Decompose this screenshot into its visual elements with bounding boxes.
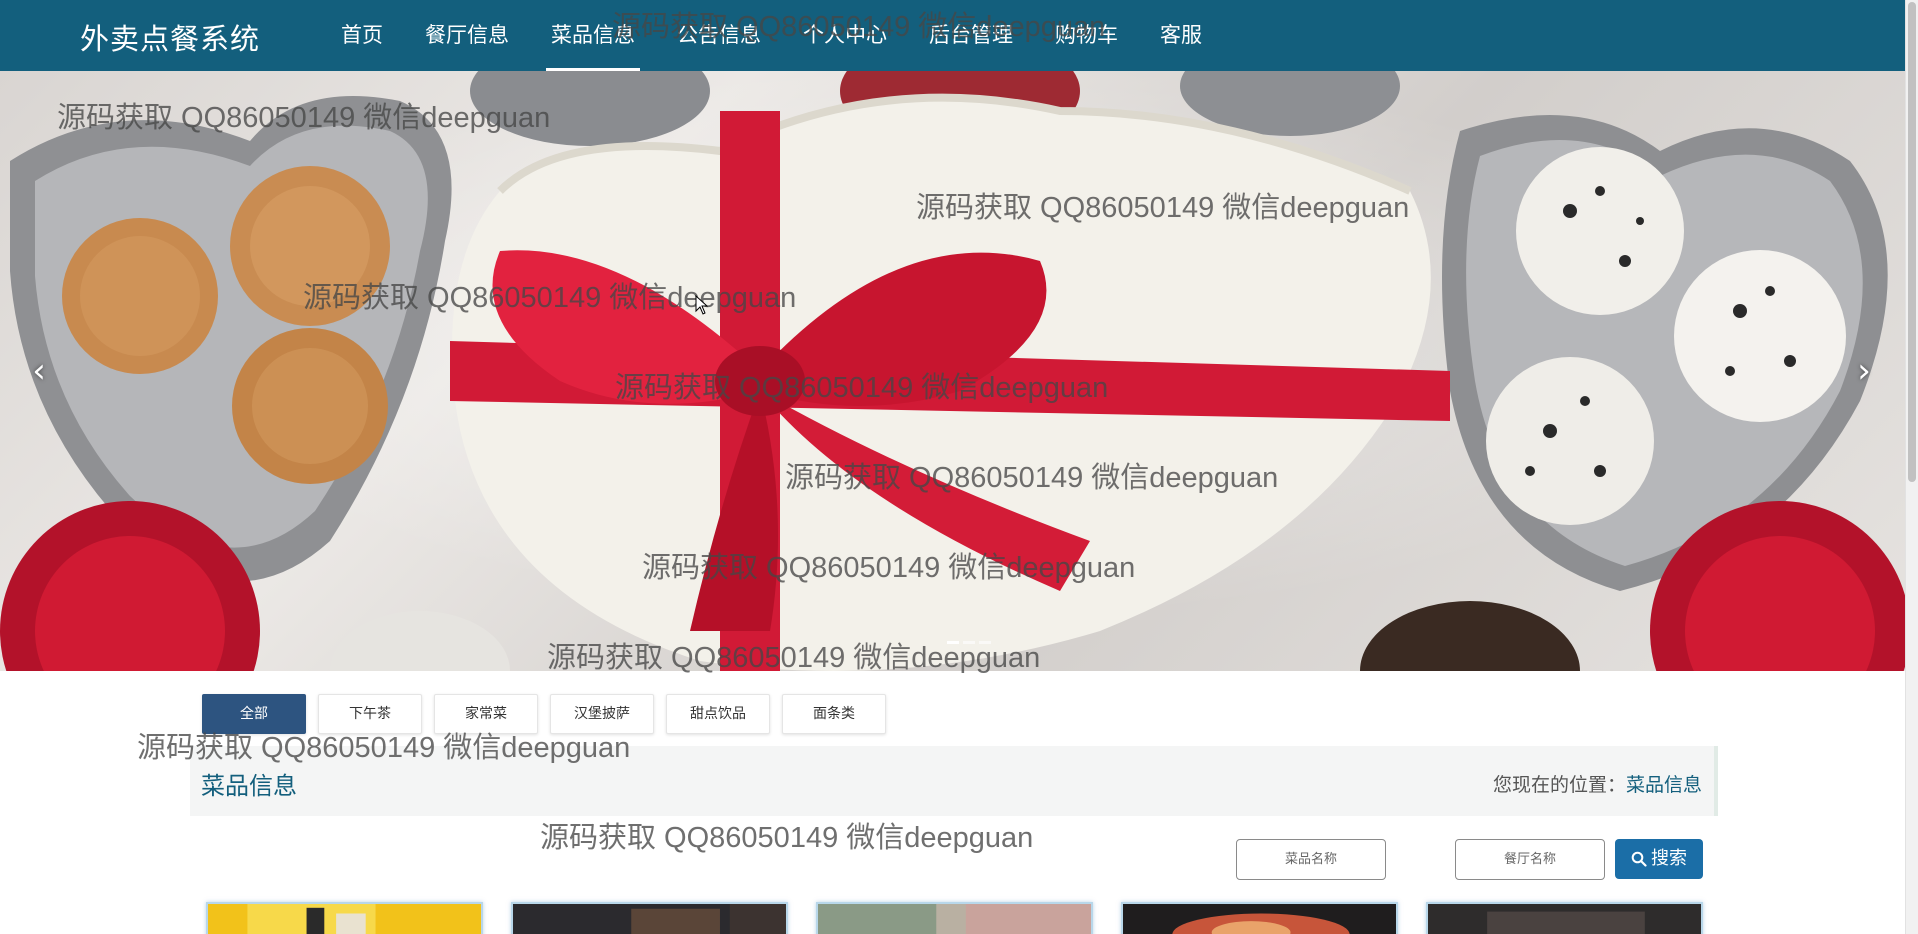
scrollbar-thumb[interactable] xyxy=(1908,2,1916,482)
category-tabs: 全部 下午茶 家常菜 汉堡披萨 甜点饮品 面条类 xyxy=(202,694,886,734)
dish-card[interactable] xyxy=(1121,902,1398,934)
carousel-indicator[interactable] xyxy=(947,641,959,644)
nav-cart[interactable]: 购物车 xyxy=(1034,0,1139,71)
breadcrumb-current[interactable]: 菜品信息 xyxy=(1626,774,1702,796)
carousel-indicator[interactable] xyxy=(963,641,975,644)
dish-image xyxy=(818,904,1091,934)
dish-card-list xyxy=(206,902,1703,934)
nav-dishes[interactable]: 菜品信息 xyxy=(530,0,656,71)
site-title: 外卖点餐系统 xyxy=(80,22,261,56)
section-header: 菜品信息 您现在的位置：菜品信息 xyxy=(190,746,1718,816)
nav-admin[interactable]: 后台管理 xyxy=(908,0,1034,71)
restaurant-name-search-input[interactable] xyxy=(1455,839,1605,880)
top-navbar: 外卖点餐系统 首页 餐厅信息 菜品信息 公告信息 个人中心 后台管理 购物车 客… xyxy=(0,0,1905,71)
category-afternoon-tea[interactable]: 下午茶 xyxy=(318,694,422,734)
page-title: 菜品信息 xyxy=(201,772,297,800)
breadcrumb-prefix: 您现在的位置： xyxy=(1492,774,1626,796)
dish-image xyxy=(208,904,481,934)
page-scrollbar[interactable] xyxy=(1905,0,1918,934)
banner-carousel[interactable]: ‹ › xyxy=(0,71,1905,671)
nav-announcements[interactable]: 公告信息 xyxy=(656,0,782,71)
mouse-cursor-icon xyxy=(695,295,709,315)
nav-customer-service[interactable]: 客服 xyxy=(1139,0,1223,71)
carousel-indicators xyxy=(947,641,991,644)
search-icon xyxy=(1631,851,1647,867)
category-all[interactable]: 全部 xyxy=(202,694,306,734)
dish-card[interactable] xyxy=(511,902,788,934)
nav-restaurants[interactable]: 餐厅信息 xyxy=(404,0,530,71)
nav-home[interactable]: 首页 xyxy=(320,0,404,71)
watermark-text: 源码获取 QQ86050149 微信deepguan xyxy=(540,822,1034,854)
dish-image xyxy=(1123,904,1396,934)
dish-card[interactable] xyxy=(1426,902,1703,934)
page: 外卖点餐系统 首页 餐厅信息 菜品信息 公告信息 个人中心 后台管理 购物车 客… xyxy=(0,0,1918,934)
chevron-left-icon: ‹ xyxy=(32,351,46,391)
dish-image xyxy=(1428,904,1701,934)
search-button-label: 搜索 xyxy=(1651,848,1687,869)
breadcrumb: 您现在的位置：菜品信息 xyxy=(1493,770,1702,797)
carousel-indicator[interactable] xyxy=(979,641,991,644)
dish-image xyxy=(513,904,786,934)
category-burger-pizza[interactable]: 汉堡披萨 xyxy=(550,694,654,734)
search-button[interactable]: 搜索 xyxy=(1615,839,1703,879)
dish-name-search-input[interactable] xyxy=(1236,839,1386,880)
dish-card[interactable] xyxy=(206,902,483,934)
dish-card[interactable] xyxy=(816,902,1093,934)
carousel-next-button[interactable]: › xyxy=(1849,351,1879,391)
category-desserts-drinks[interactable]: 甜点饮品 xyxy=(666,694,770,734)
carousel-prev-button[interactable]: ‹ xyxy=(24,351,54,391)
category-home-cooking[interactable]: 家常菜 xyxy=(434,694,538,734)
chevron-right-icon: › xyxy=(1857,351,1871,391)
main-nav: 首页 餐厅信息 菜品信息 公告信息 个人中心 后台管理 购物车 客服 xyxy=(320,0,1223,71)
category-noodles[interactable]: 面条类 xyxy=(782,694,886,734)
banner-image xyxy=(0,71,1905,671)
nav-personal-center[interactable]: 个人中心 xyxy=(782,0,908,71)
